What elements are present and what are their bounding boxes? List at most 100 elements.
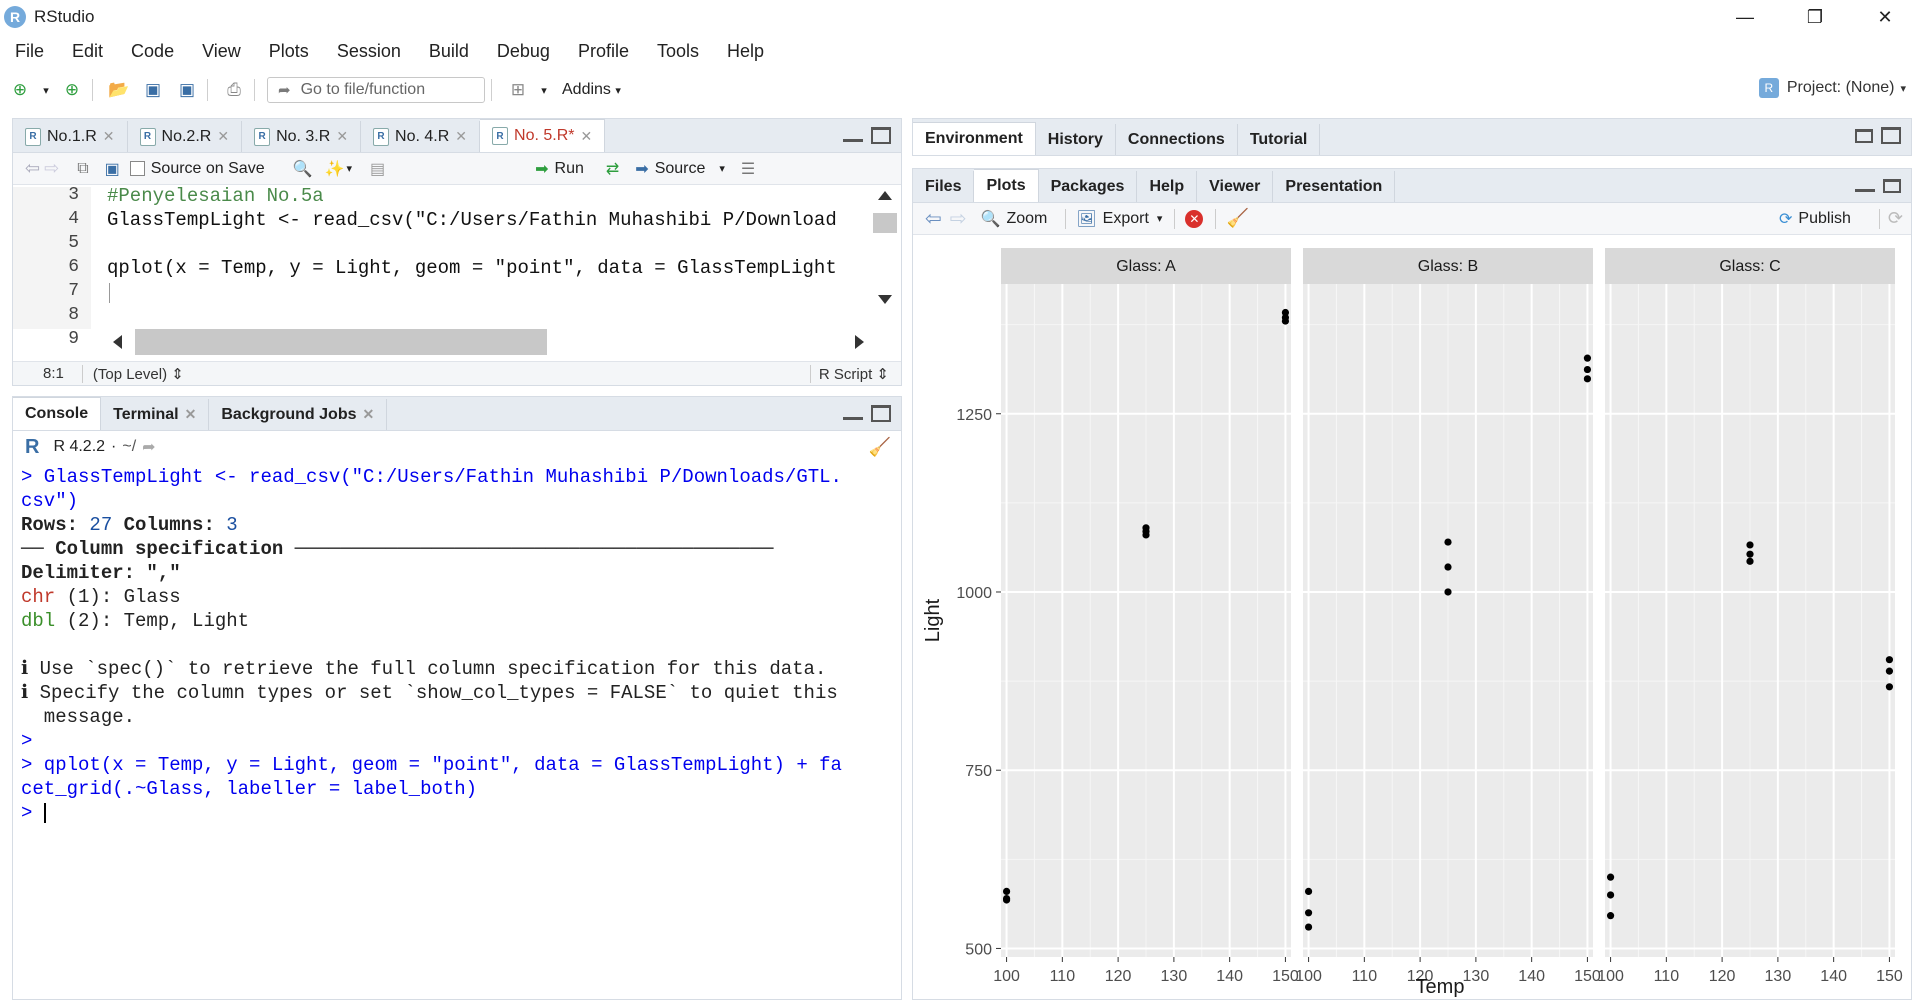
tab-terminal[interactable]: Terminal ✕ bbox=[101, 399, 210, 430]
menu-edit[interactable]: Edit bbox=[58, 41, 117, 62]
save-all-icon[interactable]: ▣ bbox=[173, 78, 201, 102]
chevron-down-icon[interactable]: ▾ bbox=[719, 162, 725, 175]
file-type-selector[interactable]: R Script ⇕ bbox=[819, 365, 889, 383]
tab-no3[interactable]: R No. 3.R ✕ bbox=[242, 121, 362, 152]
maximize-pane-icon[interactable] bbox=[871, 405, 891, 422]
scroll-down-icon[interactable] bbox=[878, 295, 892, 304]
document-outline-icon[interactable]: ☰ bbox=[741, 159, 755, 179]
save-icon[interactable]: ▣ bbox=[139, 78, 167, 102]
pane-layout-icon[interactable]: ⊞ bbox=[504, 78, 532, 102]
show-in-window-icon[interactable]: ⧉ bbox=[77, 160, 88, 178]
maximize-pane-icon[interactable] bbox=[871, 127, 891, 144]
close-tab-icon[interactable]: ✕ bbox=[185, 406, 197, 423]
restore-pane-icon[interactable] bbox=[1883, 179, 1901, 193]
scroll-up-icon[interactable] bbox=[878, 191, 892, 200]
editor-horizontal-scrollbar[interactable] bbox=[107, 327, 867, 357]
tab-plots[interactable]: Plots bbox=[974, 169, 1039, 202]
tab-connections[interactable]: Connections bbox=[1115, 124, 1238, 155]
tab-no4[interactable]: R No. 4.R ✕ bbox=[361, 121, 481, 152]
compile-report-icon[interactable]: ▤ bbox=[370, 159, 385, 179]
restore-pane-icon[interactable] bbox=[1855, 129, 1873, 143]
maximize-pane-icon[interactable] bbox=[1881, 127, 1901, 144]
back-arrow-icon[interactable]: ⇦ bbox=[25, 158, 40, 179]
print-icon[interactable]: ⎙ bbox=[220, 78, 248, 102]
tab-help[interactable]: Help bbox=[1137, 171, 1198, 202]
scroll-thumb[interactable] bbox=[873, 213, 897, 233]
minimize-pane-icon[interactable] bbox=[843, 417, 863, 420]
tab-tutorial[interactable]: Tutorial bbox=[1237, 124, 1321, 155]
menu-plots[interactable]: Plots bbox=[255, 41, 323, 62]
run-button[interactable]: Run bbox=[555, 160, 584, 178]
zoom-button[interactable]: Zoom bbox=[1006, 210, 1047, 228]
restore-button[interactable]: ❐ bbox=[1780, 0, 1850, 34]
open-file-icon[interactable]: 📂 bbox=[105, 78, 133, 102]
code-editor[interactable]: 3 4 5 6 7 8 9 #Penyelesaian No.5a GlassT… bbox=[13, 185, 901, 355]
save-icon[interactable]: ▣ bbox=[105, 159, 120, 179]
run-arrow-icon[interactable]: ➡ bbox=[535, 159, 548, 179]
clear-plots-icon[interactable]: 🧹 bbox=[1226, 208, 1248, 229]
chevron-down-icon[interactable]: ▾ bbox=[1157, 212, 1163, 225]
chevron-down-icon[interactable]: ▾ bbox=[346, 162, 352, 175]
tab-presentation[interactable]: Presentation bbox=[1273, 171, 1396, 202]
tab-no2[interactable]: R No.2.R ✕ bbox=[127, 121, 243, 152]
new-file-button[interactable]: ⊕ bbox=[6, 78, 34, 102]
menu-profile[interactable]: Profile bbox=[564, 41, 643, 62]
new-project-button[interactable]: ⊕ bbox=[58, 78, 86, 102]
menu-view[interactable]: View bbox=[188, 41, 255, 62]
menu-build[interactable]: Build bbox=[415, 41, 483, 62]
new-file-dropdown-icon[interactable]: ▾ bbox=[40, 78, 52, 102]
export-icon[interactable]: 🖼 bbox=[1076, 209, 1096, 229]
tab-history[interactable]: History bbox=[1035, 124, 1116, 155]
close-tab-icon[interactable]: ✕ bbox=[217, 128, 229, 145]
addins-menu[interactable]: Addins ▾ bbox=[562, 81, 621, 99]
scroll-right-icon[interactable] bbox=[855, 335, 864, 349]
tab-viewer[interactable]: Viewer bbox=[1197, 171, 1274, 202]
tab-no1[interactable]: R No.1.R ✕ bbox=[13, 121, 128, 152]
menu-tools[interactable]: Tools bbox=[643, 41, 713, 62]
tab-console[interactable]: Console bbox=[13, 397, 102, 430]
tab-files[interactable]: Files bbox=[913, 171, 975, 202]
minimize-pane-icon[interactable] bbox=[843, 139, 863, 142]
go-to-file-input[interactable]: ➦ Go to file/function bbox=[267, 77, 485, 103]
source-button[interactable]: Source bbox=[655, 160, 706, 178]
close-tab-icon[interactable]: ✕ bbox=[363, 406, 375, 423]
close-tab-icon[interactable]: ✕ bbox=[455, 128, 467, 145]
export-button[interactable]: Export bbox=[1103, 210, 1149, 228]
tab-background-jobs[interactable]: Background Jobs ✕ bbox=[209, 399, 388, 430]
previous-plot-icon[interactable]: ⇦ bbox=[925, 206, 942, 231]
source-arrow-icon[interactable]: ➡ bbox=[635, 159, 648, 179]
editor-vertical-scrollbar[interactable] bbox=[869, 187, 901, 327]
next-plot-icon[interactable]: ⇨ bbox=[950, 206, 967, 231]
minimize-button[interactable]: — bbox=[1710, 0, 1780, 34]
scope-selector[interactable]: (Top Level) ⇕ bbox=[93, 365, 184, 383]
close-tab-icon[interactable]: ✕ bbox=[103, 128, 115, 145]
menu-code[interactable]: Code bbox=[117, 41, 188, 62]
tab-environment[interactable]: Environment bbox=[913, 122, 1036, 155]
close-tab-icon[interactable]: ✕ bbox=[581, 128, 593, 145]
menu-session[interactable]: Session bbox=[323, 41, 415, 62]
remove-plot-icon[interactable]: ✕ bbox=[1185, 209, 1204, 228]
forward-arrow-icon[interactable]: ⇨ bbox=[44, 158, 59, 179]
menu-file[interactable]: File bbox=[0, 41, 58, 62]
go-to-dir-icon[interactable]: ➦ bbox=[142, 437, 155, 457]
refresh-icon[interactable]: ⟳ bbox=[1888, 208, 1903, 229]
publish-icon[interactable]: ⟳ bbox=[1779, 209, 1792, 229]
search-icon[interactable]: 🔍 bbox=[293, 159, 313, 179]
close-window-button[interactable]: ✕ bbox=[1850, 0, 1920, 34]
clear-console-icon[interactable]: 🧹 bbox=[869, 437, 891, 458]
publish-button[interactable]: Publish bbox=[1798, 210, 1850, 228]
pane-layout-dropdown-icon[interactable]: ▾ bbox=[538, 78, 550, 102]
scroll-left-icon[interactable] bbox=[113, 335, 122, 349]
project-menu[interactable]: R Project: (None) ▾ bbox=[1758, 78, 1906, 98]
code-tools-icon[interactable]: ✨ bbox=[325, 159, 345, 179]
close-tab-icon[interactable]: ✕ bbox=[336, 128, 348, 145]
menu-help[interactable]: Help bbox=[713, 41, 778, 62]
rerun-icon[interactable]: ⇄ bbox=[606, 159, 619, 179]
source-on-save-checkbox[interactable] bbox=[129, 161, 145, 176]
minimize-pane-icon[interactable] bbox=[1855, 189, 1875, 192]
tab-packages[interactable]: Packages bbox=[1038, 171, 1138, 202]
zoom-icon[interactable]: 🔍 bbox=[981, 209, 1001, 229]
tab-no5[interactable]: R No. 5.R* ✕ bbox=[480, 119, 606, 152]
scroll-thumb[interactable] bbox=[135, 329, 547, 355]
console-output[interactable]: > GlassTempLight <- read_csv("C:/Users/F… bbox=[21, 465, 893, 999]
